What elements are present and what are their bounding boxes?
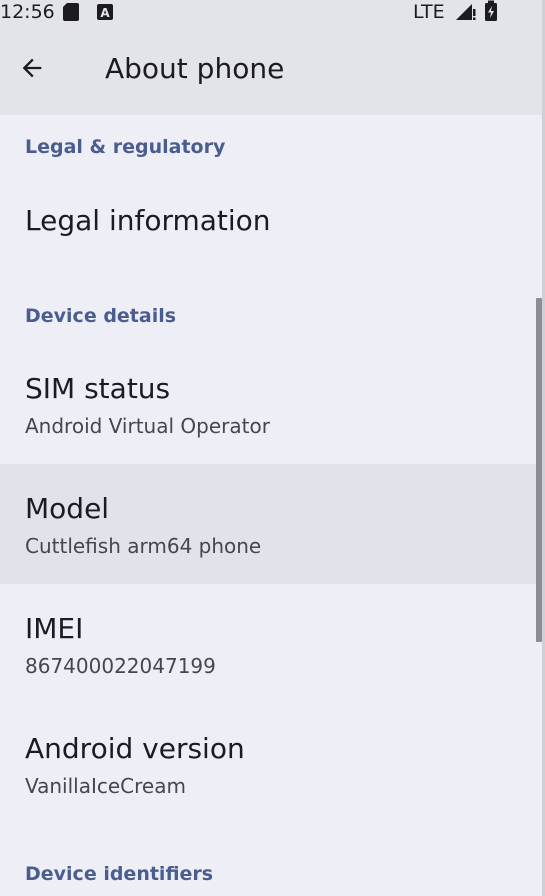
- android-version-item[interactable]: Android version VanillaIceCream: [0, 704, 538, 824]
- legal-information-title: Legal information: [25, 204, 271, 237]
- battery-icon: [484, 0, 498, 26]
- section-header-device-identifiers: Device identifiers: [25, 863, 214, 885]
- model-title: Model: [25, 492, 110, 525]
- imei-title: IMEI: [25, 612, 84, 645]
- android-version-title: Android version: [25, 732, 245, 765]
- legal-information-item[interactable]: Legal information: [0, 165, 538, 275]
- sd-card-icon: [62, 2, 80, 26]
- sim-status-summary: Android Virtual Operator: [25, 414, 270, 438]
- android-version-summary: VanillaIceCream: [25, 774, 186, 798]
- status-bar: 12:56 A LTE: [0, 0, 545, 24]
- svg-text:A: A: [100, 6, 110, 20]
- app-bar: About phone: [0, 24, 545, 115]
- back-button[interactable]: [8, 44, 56, 92]
- a-notification-icon: A: [96, 3, 114, 25]
- imei-summary: 867400022047199: [25, 654, 216, 678]
- arrow-back-icon: [22, 58, 42, 78]
- page-title: About phone: [105, 52, 285, 85]
- imei-item[interactable]: IMEI 867400022047199: [0, 584, 538, 704]
- sim-status-item[interactable]: SIM status Android Virtual Operator: [0, 344, 538, 464]
- preference-list[interactable]: Legal & regulatory Legal information Dev…: [0, 115, 545, 896]
- sim-status-title: SIM status: [25, 372, 171, 405]
- section-header-device-details: Device details: [25, 305, 177, 327]
- network-type-label: LTE: [413, 1, 445, 23]
- section-header-legal: Legal & regulatory: [25, 136, 226, 158]
- model-item[interactable]: Model Cuttlefish arm64 phone: [0, 464, 538, 584]
- status-time: 12:56: [0, 1, 55, 23]
- model-summary: Cuttlefish arm64 phone: [25, 534, 262, 558]
- signal-icon: [455, 3, 477, 25]
